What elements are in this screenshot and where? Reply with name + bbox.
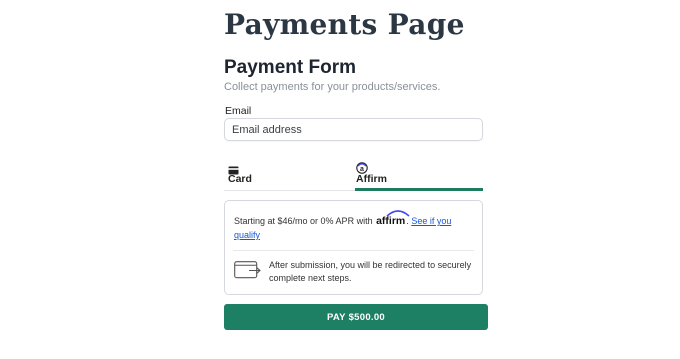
browser-redirect-icon: [234, 261, 262, 283]
affirm-promo: Starting at $46/mo or 0% APR with affirm…: [234, 210, 469, 242]
form-title: Payment Form: [224, 57, 356, 78]
payment-method-tabs: Card a Affirm: [224, 156, 483, 191]
tab-card[interactable]: Card: [224, 156, 352, 191]
tab-affirm[interactable]: a Affirm: [355, 156, 483, 191]
svg-text:a: a: [360, 166, 364, 173]
affirm-panel: Starting at $46/mo or 0% APR with affirm…: [224, 200, 483, 295]
pay-button[interactable]: PAY $500.00: [224, 304, 488, 330]
email-label: Email: [225, 105, 252, 117]
affirm-logo: affirm: [376, 210, 410, 228]
redirect-notice: After submission, you will be redirected…: [269, 260, 472, 283]
affirm-promo-text: Starting at $46/mo or 0% APR with: [234, 216, 373, 226]
tab-affirm-label: Affirm: [356, 173, 387, 185]
email-input[interactable]: [224, 118, 483, 141]
divider: [233, 250, 474, 251]
tab-card-label: Card: [228, 173, 252, 185]
page-title: Payments Page: [224, 8, 465, 41]
form-description: Collect payments for your products/servi…: [224, 81, 441, 93]
